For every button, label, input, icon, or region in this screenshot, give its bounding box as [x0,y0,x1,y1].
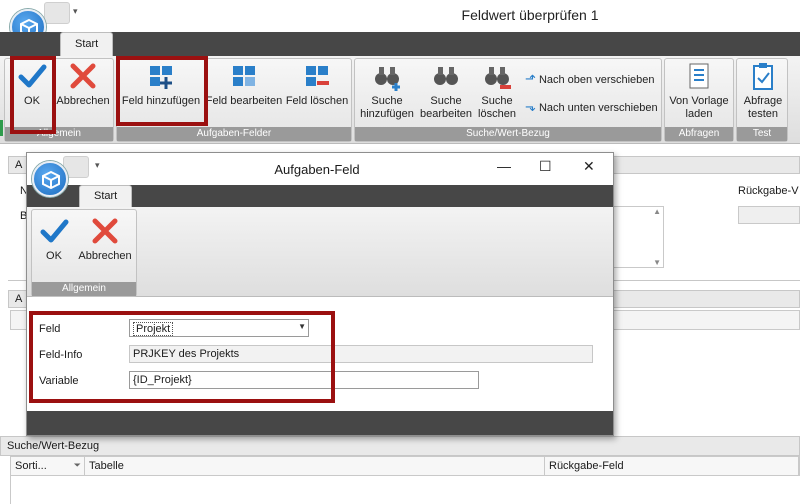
scroll-down-icon[interactable]: ▼ [653,258,661,267]
filter-icon[interactable]: ⏷ [74,460,81,471]
quick-access-dropdown-icon[interactable]: ▾ [73,6,78,17]
von-vorlage-label-2: laden [685,108,713,120]
feld-bearbeiten-button[interactable]: Feld bearbeiten [205,61,283,108]
tab-start[interactable]: Start [60,32,114,56]
bg-label-rueckgabe: Rückgabe-V [738,185,799,197]
suche-loeschen-button[interactable]: Suche löschen [475,61,519,121]
dialog-abbrechen-button[interactable]: Abbrechen [76,216,134,263]
clipboard-check-icon [753,63,773,90]
group-label-suche-wert-bezug: Suche/Wert-Bezug [355,127,661,141]
arrow-up-icon: ⬏ [525,71,536,86]
nach-unten-button[interactable]: ⬎ Nach unten verschieben [525,99,658,115]
dialog-ok-button[interactable]: OK [36,216,72,263]
abfrage-testen-label-1: Abfrage [743,95,783,107]
dialog-bottom-bar [27,411,613,435]
suche-hinzufuegen-label-2: hinzufügen [360,108,414,120]
edit-field-icon [233,66,255,86]
close-button[interactable]: ✕ [583,158,595,175]
highlight-form [29,311,335,403]
nach-oben-button[interactable]: ⬏ Nach oben verschieben [525,71,655,87]
aufgaben-feld-dialog: ▾ Aufgaben-Feld — ☐ ✕ Start OK Abbrechen… [26,152,614,436]
dialog-group-label-allgemein: Allgemein [32,282,136,296]
quick-access-button[interactable] [44,2,70,24]
suche-bearbeiten-button[interactable]: Suche bearbeiten [417,61,475,121]
binoculars-add-icon [375,67,400,91]
group-label-test: Test [737,127,787,141]
group-suche-wert-bezug: Suche hinzufügen Suche bearbeiten Suche … [354,58,662,142]
dialog-tab-start[interactable]: Start [79,185,133,207]
group-test: Abfrage testen Test [736,58,788,142]
highlight-feld-hinzufuegen [116,56,208,126]
dialog-abbrechen-label: Abbrechen [78,250,132,262]
feld-bearbeiten-label: Feld bearbeiten [205,95,283,107]
dialog-check-icon [40,219,69,243]
dialog-qat-dropdown-icon[interactable]: ▾ [95,160,100,171]
dialog-group-allgemein: OK Abbrechen Allgemein [31,209,137,297]
feld-loeschen-button[interactable]: Feld löschen [285,61,349,108]
abbrechen-label: Abbrechen [56,95,110,107]
left-accent-bar [0,120,3,136]
suche-hinzufuegen-button[interactable]: Suche hinzufügen [359,61,415,121]
binoculars-delete-icon [485,67,511,89]
suche-bearbeiten-label-2: bearbeiten [420,108,472,120]
nach-unten-label: Nach unten verschieben [538,102,658,114]
minimize-button[interactable]: — [497,158,511,174]
abbrechen-button[interactable]: Abbrechen [55,61,111,108]
delete-field-icon [306,66,329,86]
group-abfragen: Von Vorlage laden Abfragen [664,58,734,142]
group-label-abfragen: Abfragen [665,127,733,141]
suche-loeschen-label-2: löschen [478,108,516,120]
col-header-sortierung[interactable]: Sorti... ⏷ [11,457,85,475]
dialog-ok-label: OK [46,250,62,262]
col-header-rueckgabe-feld[interactable]: Rückgabe-Feld [545,457,799,475]
suche-bearbeiten-label-1: Suche [430,95,462,107]
maximize-button[interactable]: ☐ [539,158,552,175]
close-icon [70,63,96,89]
von-vorlage-laden-button[interactable]: Von Vorlage laden [667,61,731,121]
von-vorlage-label-1: Von Vorlage [669,95,729,107]
abfrage-testen-button[interactable]: Abfrage testen [739,61,787,121]
dialog-close-icon [92,218,118,244]
binoculars-edit-icon [434,67,458,85]
template-list-icon [689,63,709,89]
main-window: ▾ Feldwert überprüfen 1 Start OK Abbrech… [0,0,800,504]
dialog-title: Aufgaben-Feld [274,162,360,177]
abfrage-testen-label-2: testen [748,108,778,120]
suche-table-header: Sorti... ⏷ Tabelle Rückgabe-Feld [10,456,800,476]
suche-hinzufuegen-label-1: Suche [371,95,403,107]
suche-table-body [10,476,800,504]
bg-rueckgabe-field[interactable] [738,206,800,224]
group-label-aufgaben-felder: Aufgaben-Felder [117,127,351,141]
dialog-tabstrip: Start [27,185,613,207]
title-bar: ▾ Feldwert überprüfen 1 [0,0,800,32]
feld-loeschen-label: Feld löschen [285,95,349,107]
window-title: Feldwert überprüfen 1 [461,7,599,23]
col-header-tabelle[interactable]: Tabelle [85,457,545,475]
suche-panel-header: Suche/Wert-Bezug [0,436,800,456]
nach-oben-label: Nach oben verschieben [538,74,655,86]
scroll-up-icon[interactable]: ▲ [653,207,661,216]
suche-loeschen-label-1: Suche [481,95,513,107]
highlight-ok [10,56,56,134]
dialog-ribbon: OK Abbrechen Allgemein [27,207,613,297]
dialog-app-logo-icon[interactable] [32,161,68,197]
arrow-down-icon: ⬎ [525,99,536,114]
ribbon-tabstrip: Start [0,32,800,56]
